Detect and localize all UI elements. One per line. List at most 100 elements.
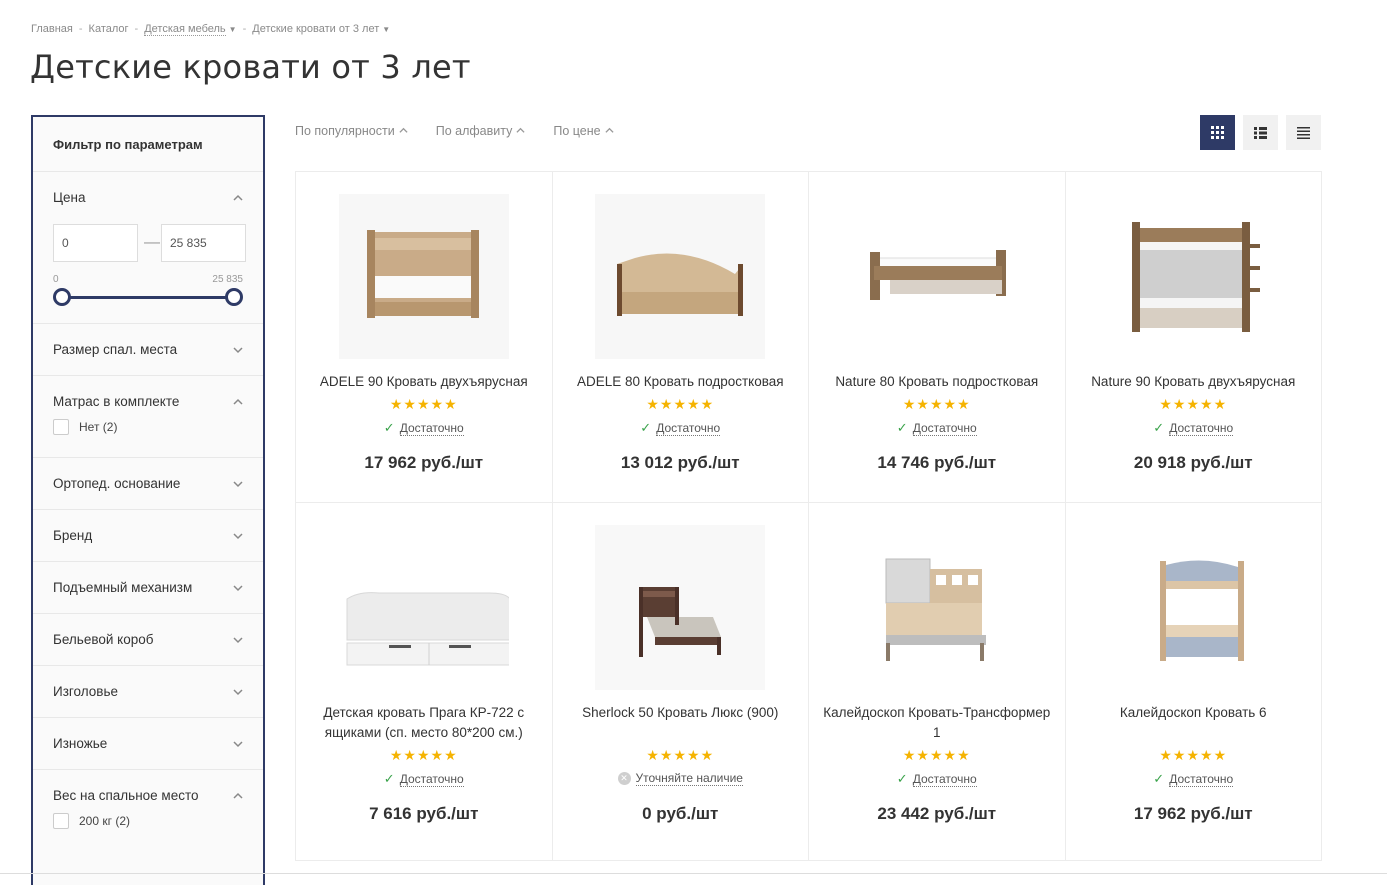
filter-mattress-option[interactable]: Нет (2) [53,419,243,457]
filter-mattress-label: Матрас в комплекте [53,394,180,409]
filter-section-weight: Вес на спальное место 200 кг (2) [33,770,263,851]
breadcrumb-separator: - [134,23,139,35]
rating-stars: ★★★★★ [389,396,458,412]
product-card[interactable]: Nature 80 Кровать подростковая ★★★★★ ✓ До… [809,172,1066,503]
product-card[interactable]: Sherlock 50 Кровать Люкс (900) ★★★★★ ✕ Ут… [552,503,809,861]
product-card[interactable]: ADELE 80 Кровать подростковая ★★★★★ ✓ Дос… [552,172,809,503]
filter-bed-size-header[interactable]: Размер спал. места [53,324,243,375]
product-name[interactable]: Sherlock 50 Кровать Люкс (900) [563,703,799,723]
price-max-input[interactable] [161,224,246,262]
stock-status[interactable]: ✓ Достаточно [809,771,1065,787]
list-view-icon [1254,126,1267,139]
sort-popularity-label: По популярности [295,124,395,138]
stock-label: Достаточно [1169,420,1234,436]
product-image-transformer[interactable] [851,525,1022,690]
filter-section-lift-mechanism: Подъемный механизм [33,562,263,614]
product-price: 0 руб./шт [642,804,719,823]
stock-status[interactable]: ✓ Достаточно [1066,420,1322,436]
price-slider-max-handle[interactable] [225,288,243,306]
price-slider[interactable] [53,287,243,307]
stock-status[interactable]: ✓ Достаточно [296,771,552,787]
page-divider [0,873,1387,874]
product-image-nature-90-bunk[interactable] [1108,194,1279,359]
breadcrumb-separator: - [78,23,83,35]
product-image-teen-bed[interactable] [595,194,766,359]
product-card[interactable]: Nature 90 Кровать двухъярусная ★★★★★ ✓ До… [1065,172,1322,503]
product-image-sherlock[interactable] [595,525,766,690]
product-name[interactable]: Детская кровать Прага КР-722 с ящиками (… [306,703,542,743]
product-name[interactable]: ADELE 90 Кровать двухъярусная [306,372,542,392]
chevron-up-icon [233,397,243,407]
product-card[interactable]: Калейдоскоп Кровать-Трансформер 1 ★★★★★ … [809,503,1066,861]
price-slider-min-handle[interactable] [53,288,71,306]
list-view-button[interactable] [1243,115,1278,150]
filter-footboard-label: Изножье [53,736,108,751]
filter-footboard-header[interactable]: Изножье [53,718,243,769]
sort-price[interactable]: По цене [553,124,614,138]
chevron-down-icon [233,635,243,645]
clarify-icon: ✕ [617,772,631,785]
stock-label: Достаточно [912,771,977,787]
filter-orthopedic-label: Ортопед. основание [53,476,181,491]
checkbox[interactable] [53,813,69,829]
product-image-nature-80[interactable] [851,194,1022,359]
product-image-kaleidoscope-6[interactable] [1108,525,1279,690]
filter-weight-option[interactable]: 200 кг (2) [53,813,243,851]
chevron-down-icon [233,739,243,749]
filter-section-price: Цена — 0 25 835 [33,172,263,324]
product-image-bunk-bed[interactable] [338,194,509,359]
grid-view-button[interactable] [1200,115,1235,150]
breadcrumb-current-label: Детские кровати от 3 лет [252,23,380,35]
product-price: 7 616 руб./шт [369,804,479,823]
product-price: 17 962 руб./шт [1133,804,1253,823]
stock-status[interactable]: ✓ Достаточно [296,420,552,436]
stock-status[interactable]: ✓ Достаточно [1066,771,1322,787]
checkbox[interactable] [53,419,69,435]
filter-weight-option-label: 200 кг (2) [79,814,130,828]
filter-section-bed-size: Размер спал. места [33,324,263,376]
breadcrumb-kids-furniture[interactable]: Детская мебель ▼ [144,23,237,36]
filter-lift-header[interactable]: Подъемный механизм [53,562,243,613]
price-min-input[interactable] [53,224,138,262]
filter-brand-header[interactable]: Бренд [53,510,243,561]
product-price: 17 962 руб./шт [364,453,484,472]
stock-status[interactable]: ✓ Достаточно [553,420,809,436]
rating-stars: ★★★★★ [646,747,715,763]
chevron-down-icon [233,531,243,541]
product-name[interactable]: Nature 80 Кровать подростковая [819,372,1055,392]
product-name[interactable]: Nature 90 Кровать двухъярусная [1076,372,1312,392]
filter-orthopedic-header[interactable]: Ортопед. основание [53,458,243,509]
sort-popularity[interactable]: По популярности [295,124,408,138]
product-card[interactable]: ADELE 90 Кровать двухъярусная ★★★★★ ✓ Дос… [296,172,553,503]
check-icon: ✓ [383,420,395,435]
stock-status[interactable]: ✓ Достаточно [809,420,1065,436]
product-name[interactable]: Калейдоскоп Кровать 6 [1076,703,1312,723]
breadcrumb-current[interactable]: Детские кровати от 3 лет ▼ [252,23,390,35]
stock-status[interactable]: ✕ Уточняйте наличие [553,771,809,786]
price-slider-track [63,296,233,299]
check-icon: ✓ [1153,420,1165,435]
table-view-button[interactable] [1286,115,1321,150]
sort-alphabet[interactable]: По алфавиту [436,124,526,138]
sort-price-label: По цене [553,124,601,138]
product-name[interactable]: ADELE 80 Кровать подростковая [563,372,799,392]
grid-view-icon [1211,126,1224,139]
filter-price-label: Цена [53,190,86,205]
filter-linen-header[interactable]: Бельевой короб [53,614,243,665]
price-range-labels: 0 25 835 [53,274,243,285]
filter-mattress-option-label: Нет (2) [79,420,118,434]
product-card[interactable]: Калейдоскоп Кровать 6 ★★★★★ ✓ Достаточно … [1065,503,1322,861]
product-card[interactable]: Детская кровать Прага КР-722 с ящиками (… [296,503,553,861]
rating-stars: ★★★★★ [646,396,715,412]
chevron-up-icon [233,791,243,801]
product-price: 13 012 руб./шт [620,453,740,472]
breadcrumb-home[interactable]: Главная [31,23,73,35]
product-name[interactable]: Калейдоскоп Кровать-Трансформер 1 [819,703,1055,743]
rating-stars: ★★★★★ [1159,747,1228,763]
rating-stars: ★★★★★ [902,396,971,412]
filter-linen-label: Бельевой короб [53,632,154,647]
filter-headboard-header[interactable]: Изголовье [53,666,243,717]
breadcrumb-catalog[interactable]: Каталог [89,23,129,35]
filter-price-header[interactable]: Цена [53,172,243,223]
product-image-praga[interactable] [338,525,509,690]
